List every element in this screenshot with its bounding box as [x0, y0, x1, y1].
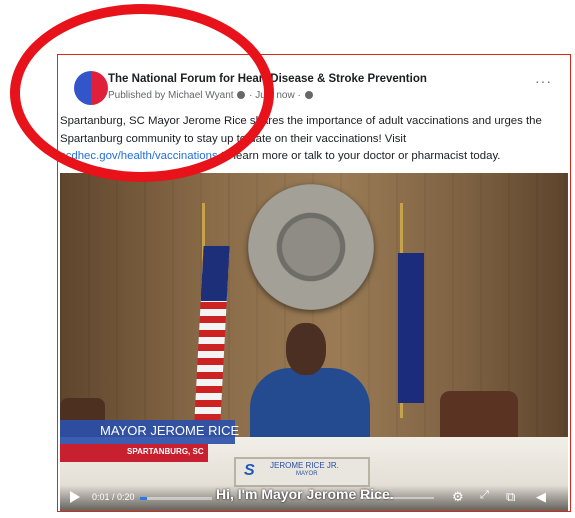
play-icon[interactable] [70, 491, 80, 503]
facebook-post-card: The National Forum for Heart Disease & S… [57, 54, 571, 512]
nameplate-name: JEROME RICE JR. [270, 461, 339, 470]
post-time[interactable]: Just now [255, 90, 294, 101]
post-text-part1: Spartanburg, SC Mayor Jerome Rice shares… [60, 115, 542, 145]
nameplate-logo: S [244, 462, 255, 479]
video-time: 0:01 / 0:20 [92, 492, 135, 502]
progress-track-right [360, 497, 434, 499]
published-by[interactable]: Published by Michael Wyant [108, 90, 234, 101]
globe-icon [304, 91, 313, 99]
more-options-button[interactable]: ··· [535, 73, 552, 89]
volume-icon[interactable]: ◀ [536, 489, 546, 505]
fullscreen-icon[interactable]: ⤢ [480, 489, 489, 502]
pip-icon[interactable]: ⧉ [506, 489, 515, 505]
lower-third-location: SPARTANBURG, SC [127, 447, 204, 456]
post-text-part2: to learn more or talk to your doctor or … [217, 150, 501, 162]
vaccinations-link[interactable]: scdhec.gov/health/vaccinations [60, 150, 218, 162]
settings-icon[interactable]: ⚙ [452, 489, 464, 505]
progress-fill [140, 497, 147, 500]
sc-flag [398, 253, 424, 403]
nameplate-title: MAYOR [296, 471, 318, 477]
page-avatar[interactable] [74, 71, 108, 105]
progress-track[interactable] [140, 497, 212, 500]
info-icon[interactable] [237, 91, 246, 99]
page-name-link[interactable]: The National Forum for Heart Disease & S… [108, 73, 427, 85]
speaker-head [286, 323, 326, 375]
post-meta: Published by Michael Wyant · Just now · [108, 90, 314, 101]
video-player[interactable]: MAYOR JEROME RICE SPARTANBURG, SC S JERO… [60, 173, 568, 511]
post-text: Spartanburg, SC Mayor Jerome Rice shares… [60, 113, 560, 166]
lower-third-name: MAYOR JEROME RICE [100, 423, 240, 438]
video-caption: Hi, I'm Mayor Jerome Rice. [216, 486, 394, 502]
city-seal [248, 184, 374, 310]
